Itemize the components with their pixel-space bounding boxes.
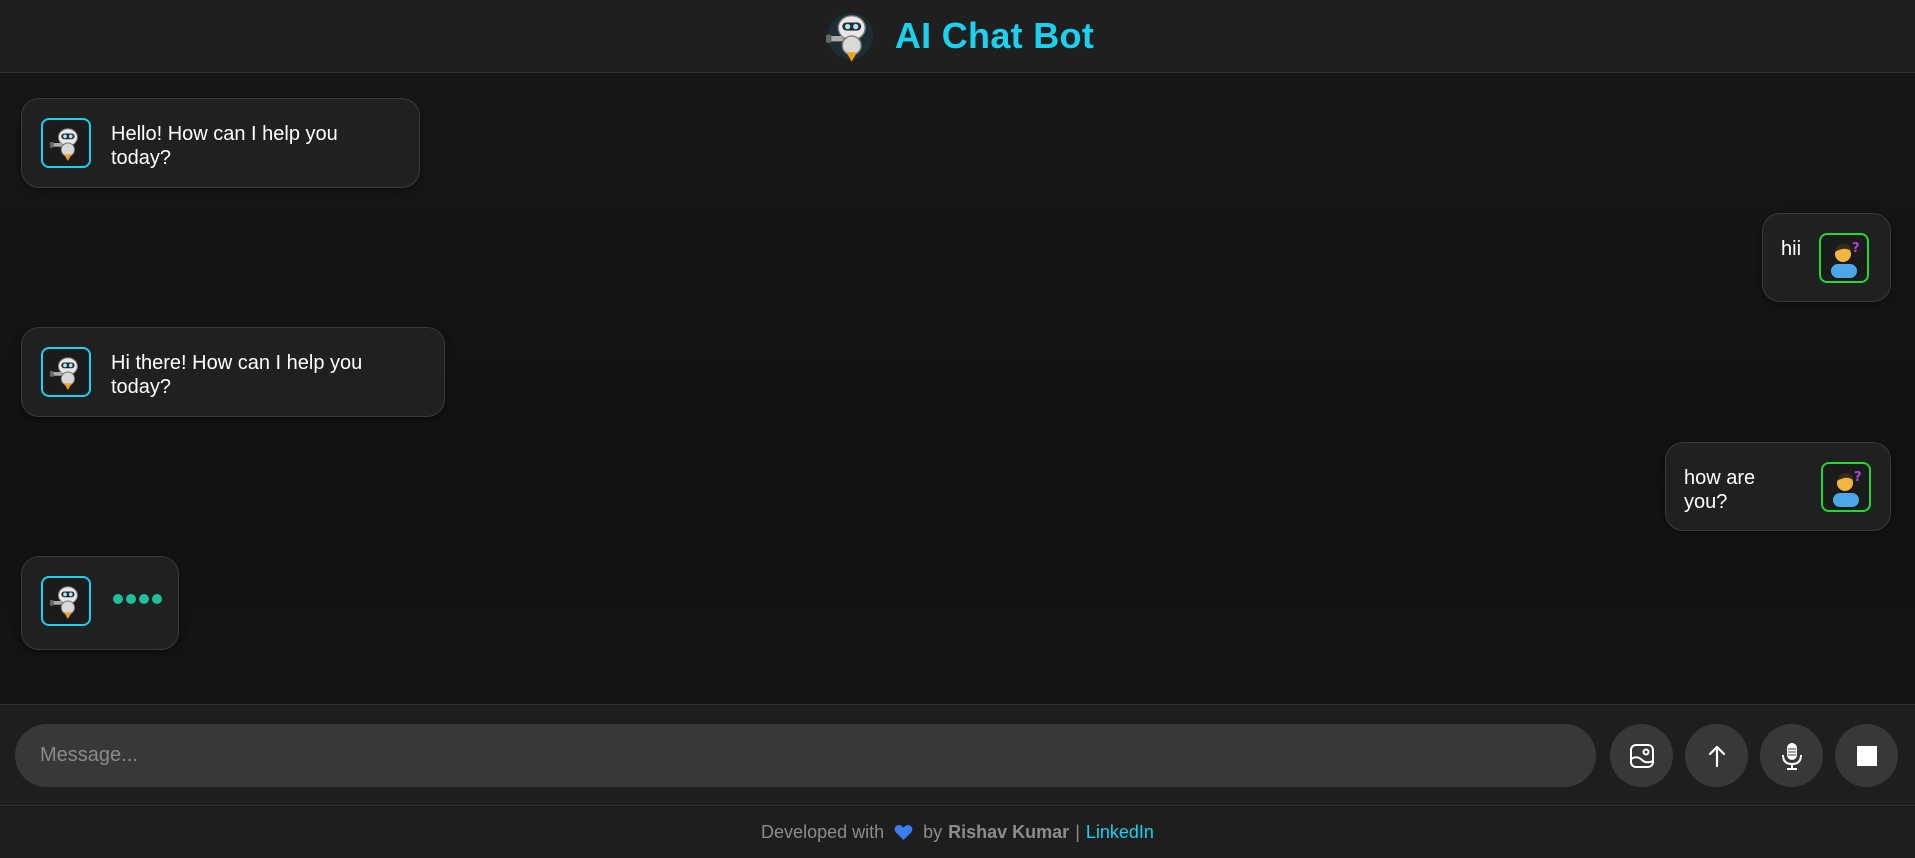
bot-message: Hi there! How can I help you today? [21, 327, 445, 417]
linkedin-link[interactable]: LinkedIn [1086, 822, 1154, 843]
robot-avatar-icon [41, 118, 91, 168]
message-input[interactable] [15, 724, 1596, 787]
robot-avatar-icon [41, 347, 91, 397]
microphone-icon [1781, 742, 1802, 770]
footer-separator: | [1075, 822, 1080, 842]
user-message: hii [1762, 213, 1891, 302]
user-message: how are you? [1665, 442, 1891, 531]
header: AI Chat Bot [0, 0, 1915, 73]
message-text: how are you? [1684, 467, 1756, 513]
message-text: hii [1781, 238, 1802, 260]
chat-messages: Hello! How can I help you today? hii Hi … [0, 74, 1915, 704]
blue-heart-icon [894, 825, 913, 841]
image-upload-button[interactable] [1610, 724, 1673, 787]
robot-logo-icon [821, 8, 877, 64]
image-upload-icon [1629, 743, 1654, 768]
author-name: Rishav Kumar [948, 822, 1070, 842]
message-text: Hi there! How can I help you today? [111, 352, 363, 398]
bot-typing-message [21, 556, 179, 650]
arrow-up-icon [1708, 745, 1725, 767]
stop-button[interactable] [1835, 724, 1898, 787]
footer-prefix: Developed with [761, 822, 885, 842]
microphone-button[interactable] [1760, 724, 1823, 787]
footer: Developed with by Rishav Kumar | LinkedI… [0, 807, 1915, 858]
send-button[interactable] [1685, 724, 1748, 787]
bot-message: Hello! How can I help you today? [21, 98, 420, 188]
message-text: Hello! How can I help you today? [111, 123, 338, 169]
typing-indicator [113, 594, 162, 604]
typing-dot [113, 594, 123, 604]
typing-dot [152, 594, 162, 604]
typing-dot [126, 594, 136, 604]
chat-app: AI Chat Bot Hello! How can I help you to… [0, 0, 1915, 858]
footer-by: by [923, 822, 943, 842]
stop-icon [1856, 745, 1877, 766]
message-composer [0, 704, 1915, 806]
robot-avatar-icon [41, 576, 91, 626]
typing-dot [139, 594, 149, 604]
user-question-avatar-icon [1821, 462, 1871, 512]
user-question-avatar-icon [1819, 233, 1870, 283]
page-title: AI Chat Bot [894, 15, 1095, 56]
